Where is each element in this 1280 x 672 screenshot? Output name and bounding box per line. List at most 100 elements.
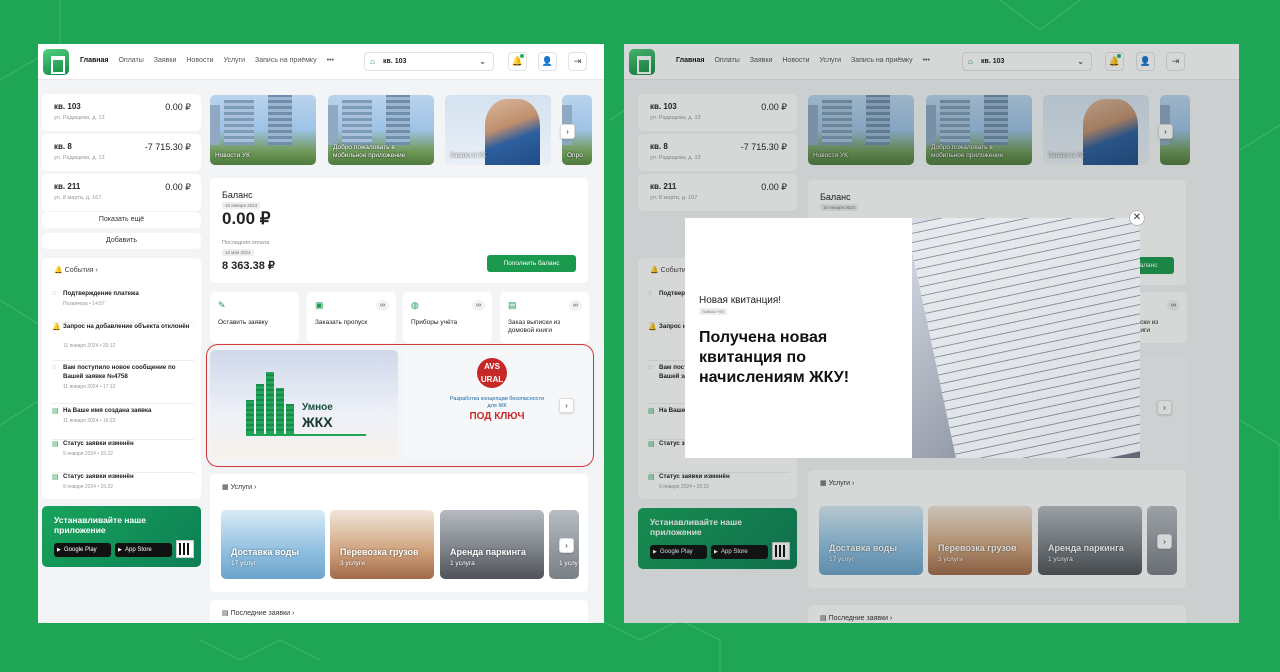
chevron-right-icon[interactable]: › — [559, 538, 574, 553]
balance-card: Баланс 10 января 2024 0.00 ₽ Последняя о… — [210, 178, 588, 283]
recent-requests-panel[interactable]: ▤ Последние заявки › — [210, 600, 588, 623]
nav-link-news[interactable]: Новости — [186, 57, 213, 64]
service-tile[interactable]: Аренда паркинга 1 услуга — [440, 510, 544, 579]
meter-icon: ◍ — [411, 300, 419, 310]
nav-more[interactable]: ••• — [327, 57, 334, 64]
nav-links: Главная Оплаты Заявки Новости Услуги Зап… — [80, 57, 334, 64]
top-up-button[interactable]: Пополнить баланс — [487, 255, 576, 272]
nav-link-home[interactable]: Главная — [80, 57, 108, 64]
list-item[interactable]: ◌ Вам поступило новое сообщение по Вашей… — [52, 364, 194, 404]
account-name: кв. 103 — [54, 102, 81, 111]
recent-requests-title: Последние заявки — [230, 610, 291, 617]
app-screen-modal: Главная Оплаты Заявки Новости Услуги Зап… — [624, 44, 1239, 623]
services-panel: ▦ Услуги › Доставка воды 17 услуг Перево… — [210, 474, 588, 592]
chevron-right-icon[interactable]: › — [560, 124, 575, 139]
events-title: События — [64, 267, 94, 274]
receipt-modal: Новая квитанция! только что Получена нов… — [685, 218, 1140, 458]
list-item[interactable]: ▤ Статус заявки изменён 9 января 2024 • … — [52, 473, 194, 506]
app-screen-main: Главная Оплаты Заявки Новости Услуги Зап… — [38, 44, 604, 623]
app-store-button[interactable]: App Store — [115, 543, 172, 557]
nav-link-payments[interactable]: Оплаты — [118, 57, 143, 64]
list-item[interactable]: 🔔 Запрос на добавление объекта отклонён … — [52, 323, 194, 361]
account-card[interactable]: кв. 211 0.00 ₽ ул. 8 марта, д. 167 — [42, 174, 201, 211]
edit-icon: ✎ — [218, 300, 226, 310]
account-address: ул. Радищева, д. 13 — [54, 155, 105, 161]
link-icon: ∞ — [472, 300, 485, 311]
quick-action-label: Оставить заявку — [218, 319, 268, 326]
nav-link-requests[interactable]: Заявки — [154, 57, 177, 64]
account-amount: -7 715.30 ₽ — [144, 142, 191, 152]
list-item[interactable]: ◌ Подтверждение платежа Позавчера • 14:5… — [52, 290, 194, 323]
balance-value: 0.00 ₽ — [222, 209, 271, 228]
story-card[interactable]: Добро пожаловать в мобильное приложение — [328, 95, 434, 165]
account-card[interactable]: кв. 103 0.00 ₽ ул. Радищева, д. 13 — [42, 94, 201, 131]
quick-action-request[interactable]: ✎ Оставить заявку — [210, 292, 299, 343]
highlight-frame — [206, 344, 594, 467]
modal-timestamp: только что — [699, 308, 728, 315]
event-title: Статус заявки изменён — [63, 473, 134, 480]
quick-action-pass[interactable]: ▣ ∞ Заказать пропуск — [307, 292, 396, 343]
bell-icon: 🔔 — [52, 324, 61, 331]
account-amount: 0.00 ₽ — [165, 102, 191, 112]
account-address: ул. 8 марта, д. 167 — [54, 195, 102, 201]
events-panel: 🔔 События › ◌ Подтверждение платежа Поза… — [42, 258, 201, 499]
top-nav: Главная Оплаты Заявки Новости Услуги Зап… — [38, 44, 604, 80]
promo-title: Устанавливайте наше приложение — [54, 515, 146, 535]
services-header[interactable]: ▦ Услуги › — [222, 483, 256, 491]
event-date: 9 января 2024 • 15:22 — [63, 451, 114, 457]
services-title: Услуги — [230, 484, 253, 491]
receipt-photo — [912, 218, 1140, 458]
app-logo-icon[interactable] — [43, 49, 69, 75]
nav-link-services[interactable]: Услуги — [223, 57, 245, 64]
recent-requests-header[interactable]: ▤ Последние заявки › — [222, 609, 294, 617]
app-promo-card: Устанавливайте наше приложение Google Pl… — [42, 506, 201, 567]
list-item[interactable]: ▤ На Ваше имя создана заявка 11 января 2… — [52, 407, 194, 440]
chat-icon: ◌ — [52, 364, 57, 371]
modal-headline: Получена новая квитанция по начислениям … — [699, 329, 850, 386]
show-more-button[interactable]: Показать ещё — [42, 212, 201, 228]
event-title: На Ваше имя создана заявка — [63, 407, 152, 414]
last-payment-date: 12 мая 2024 — [222, 249, 254, 256]
id-card-icon: ▣ — [315, 300, 324, 310]
service-tile[interactable]: Доставка воды 17 услуг — [221, 510, 325, 579]
quick-action-meters[interactable]: ◍ ∞ Приборы учёта — [403, 292, 492, 343]
address-select[interactable]: ⌂ кв. 103 ⌄ — [364, 52, 494, 71]
close-icon[interactable]: ✕ — [1129, 210, 1145, 226]
event-title: Статус заявки изменён — [63, 440, 134, 447]
service-count: 1 услуга — [450, 560, 475, 567]
event-title: Подтверждение платежа — [63, 290, 139, 297]
event-title: Запрос на добавление объекта отклонён — [63, 323, 190, 330]
story-caption: Заявки в УК — [450, 152, 486, 159]
quick-action-label: Заказ выписки из домовой книги — [508, 319, 561, 334]
add-account-button[interactable]: Добавить — [42, 233, 201, 249]
event-date: 11 января 2024 • 20:12 — [63, 343, 116, 349]
balance-title: Баланс — [222, 190, 253, 200]
document-icon: ▤ — [508, 300, 517, 310]
service-title: Перевозка грузов — [340, 547, 419, 557]
quick-action-extract[interactable]: ▤ ∞ Заказ выписки из домовой книги — [500, 292, 589, 343]
address-select-value: кв. 103 — [383, 58, 407, 65]
event-date: 9 января 2024 • 15:22 — [63, 484, 114, 490]
event-date: 11 января 2024 • 16:23 — [63, 418, 116, 424]
chevron-down-icon: ⌄ — [479, 57, 486, 66]
list-item[interactable]: ▤ Статус заявки изменён 9 января 2024 • … — [52, 440, 194, 473]
story-caption: Добро пожаловать в мобильное приложение — [333, 144, 406, 159]
quick-action-label: Заказать пропуск — [315, 319, 368, 326]
service-count: 3 услуги — [340, 560, 365, 567]
story-card[interactable]: Новости УК — [210, 95, 316, 165]
service-tile[interactable]: Перевозка грузов 3 услуги — [330, 510, 434, 579]
google-play-button[interactable]: Google Play — [54, 543, 111, 557]
events-header[interactable]: 🔔 События › — [54, 266, 98, 274]
last-payment-label: Последняя оплата — [222, 240, 270, 246]
home-icon: ⌂ — [370, 57, 375, 66]
account-card[interactable]: кв. 8 -7 715.30 ₽ ул. Радищева, д. 13 — [42, 134, 201, 171]
document-icon: ▤ — [52, 474, 59, 481]
nav-link-appointment[interactable]: Запись на приёмку — [255, 57, 317, 64]
link-icon: ∞ — [376, 300, 389, 311]
story-caption: Новости УК — [215, 152, 250, 159]
logout-icon[interactable]: ⇥ — [568, 52, 587, 71]
story-card[interactable]: Заявки в УК — [445, 95, 551, 165]
user-icon[interactable]: 👤 — [538, 52, 557, 71]
account-name: кв. 8 — [54, 142, 72, 151]
bell-icon[interactable]: 🔔 — [508, 52, 527, 71]
